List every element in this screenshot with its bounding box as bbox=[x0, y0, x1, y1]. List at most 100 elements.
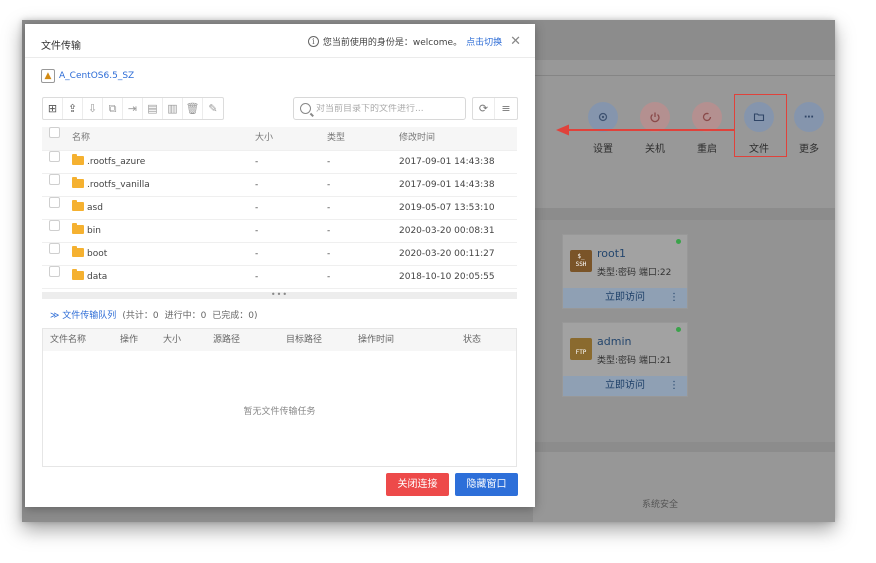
dialog-title: 文件传输 bbox=[41, 41, 81, 52]
queue-toggle[interactable]: ≫ 文件传输队列 bbox=[50, 308, 116, 321]
card-more-icon[interactable]: ⋮ bbox=[669, 288, 679, 308]
file-type: - bbox=[327, 249, 331, 259]
file-size: - bbox=[255, 226, 259, 236]
file-type: - bbox=[327, 203, 331, 213]
file-name-text: asd bbox=[87, 203, 103, 213]
file-name-text: .rootfs_azure bbox=[87, 157, 146, 167]
column-name[interactable]: 名称 bbox=[72, 127, 90, 150]
file-highlight-box bbox=[734, 94, 787, 157]
file-size: - bbox=[255, 180, 259, 190]
folder-icon bbox=[72, 246, 84, 257]
row-checkbox[interactable] bbox=[49, 151, 60, 162]
shutdown-label: 关机 bbox=[645, 144, 665, 155]
queue-header: ≫ 文件传输队列 (共计：0 进行中：0 已完成：0) bbox=[50, 308, 258, 321]
row-checkbox[interactable] bbox=[49, 243, 60, 254]
file-time: 2018-10-10 20:05:55 bbox=[399, 272, 495, 282]
folder-icon bbox=[72, 269, 84, 280]
access-button[interactable]: 立即访问 ⋮ bbox=[563, 288, 687, 308]
more-action[interactable]: ⋯ 更多 bbox=[789, 102, 829, 155]
compress-icon[interactable]: ▤ bbox=[143, 98, 163, 119]
file-name-text: boot bbox=[87, 249, 108, 259]
file-name: .rootfs_azure bbox=[72, 151, 145, 174]
column-modified[interactable]: 修改时间 bbox=[399, 127, 435, 150]
search-input[interactable] bbox=[316, 103, 456, 114]
queue-col-status: 状态 bbox=[463, 335, 482, 345]
host-card-admin[interactable]: FTP admin 类型:密码 端口:21 立即访问 ⋮ bbox=[562, 322, 688, 397]
file-name-text: bin bbox=[87, 226, 101, 236]
view-toolbar: ⟳ ≡ bbox=[472, 97, 518, 120]
hide-window-button[interactable]: 隐藏窗口 bbox=[455, 473, 518, 496]
background-bottom-panel bbox=[533, 452, 835, 522]
table-row[interactable]: boot - - 2020-03-20 00:11:27 bbox=[42, 243, 517, 266]
download-icon[interactable]: ⇩ bbox=[83, 98, 103, 119]
queue-title: 文件传输队列 bbox=[62, 311, 117, 321]
table-row[interactable]: asd - - 2019-05-07 13:53:10 bbox=[42, 197, 517, 220]
new-folder-icon[interactable]: ⊞ bbox=[43, 98, 63, 119]
queue-col-size: 大小 bbox=[163, 335, 182, 345]
card-meta: 类型:密码 端口:21 bbox=[597, 356, 672, 366]
copy-icon[interactable]: ⧉ bbox=[103, 98, 123, 119]
row-checkbox[interactable] bbox=[49, 197, 60, 208]
dialog-divider bbox=[25, 57, 535, 58]
access-button[interactable]: 立即访问 ⋮ bbox=[563, 376, 687, 396]
column-size[interactable]: 大小 bbox=[255, 127, 273, 150]
upload-icon[interactable]: ⇪ bbox=[63, 98, 83, 119]
file-name-text: data bbox=[87, 272, 108, 282]
file-name: data bbox=[72, 266, 107, 289]
card-more-icon[interactable]: ⋮ bbox=[669, 376, 679, 396]
file-time: 2020-03-20 00:11:27 bbox=[399, 249, 495, 259]
table-row[interactable]: .rootfs_azure - - 2017-09-01 14:43:38 bbox=[42, 151, 517, 174]
host-card-root1[interactable]: $_ SSH root1 类型:密码 端口:22 立即访问 ⋮ bbox=[562, 234, 688, 309]
folder-icon bbox=[72, 200, 84, 211]
queue-table: 文件名称 操作 大小 源路径 目标路径 操作时间 状态 暂无文件传输任务 bbox=[42, 328, 517, 467]
close-connection-button[interactable]: 关闭连接 bbox=[386, 473, 449, 496]
table-row[interactable]: data - - 2018-10-10 20:05:55 bbox=[42, 266, 517, 289]
search-box[interactable] bbox=[293, 97, 466, 120]
move-icon[interactable]: ⇥ bbox=[123, 98, 143, 119]
row-checkbox[interactable] bbox=[49, 220, 60, 231]
access-button-label: 立即访问 bbox=[605, 292, 645, 303]
row-checkbox[interactable] bbox=[49, 174, 60, 185]
screenshot-frame: 系统安全 设置 关机 重启 文件 ⋯ 更多 $_ SSH root1 类型:密码… bbox=[22, 20, 835, 522]
folder-icon bbox=[72, 177, 84, 188]
search-icon bbox=[300, 103, 311, 114]
sort-icon[interactable]: ≡ bbox=[495, 98, 517, 119]
queue-col-filename: 文件名称 bbox=[50, 335, 87, 345]
panel-resizer[interactable]: ••• bbox=[42, 291, 517, 299]
info-icon: i bbox=[307, 36, 319, 47]
table-row[interactable]: bin - - 2020-03-20 00:08:31 bbox=[42, 220, 517, 243]
access-button-label: 立即访问 bbox=[605, 380, 645, 391]
delete-icon[interactable]: 🗑 bbox=[183, 98, 203, 119]
column-type[interactable]: 类型 bbox=[327, 127, 345, 150]
file-time: 2020-03-20 00:08:31 bbox=[399, 226, 495, 236]
queue-col-action: 操作 bbox=[120, 335, 139, 345]
refresh-icon[interactable]: ⟳ bbox=[473, 98, 495, 119]
card-name: admin bbox=[597, 335, 632, 348]
red-arrow-annotation bbox=[556, 124, 734, 136]
queue-col-source: 源路径 bbox=[213, 335, 241, 345]
extract-icon[interactable]: ▥ bbox=[163, 98, 183, 119]
more-label: 更多 bbox=[799, 144, 819, 155]
queue-table-header: 文件名称 操作 大小 源路径 目标路径 操作时间 状态 bbox=[43, 329, 516, 351]
file-time: 2017-09-01 14:43:38 bbox=[399, 157, 495, 167]
table-header: 名称 大小 类型 修改时间 bbox=[42, 127, 517, 151]
switch-identity-link[interactable]: 点击切换 bbox=[466, 35, 502, 48]
background-divider bbox=[533, 75, 835, 76]
queue-running: 进行中：0 bbox=[164, 311, 207, 321]
rename-icon[interactable]: ✎ bbox=[203, 98, 223, 119]
status-dot bbox=[676, 239, 681, 244]
file-size: - bbox=[255, 272, 259, 282]
close-icon[interactable]: ✕ bbox=[510, 34, 521, 49]
file-size: - bbox=[255, 203, 259, 213]
select-all-checkbox[interactable] bbox=[49, 127, 60, 138]
host-breadcrumb[interactable]: ▲ A_CentOS6.5_SZ bbox=[41, 69, 134, 83]
file-name-text: .rootfs_vanilla bbox=[87, 180, 150, 190]
row-checkbox[interactable] bbox=[49, 266, 60, 277]
identity-bar: i 您当前使用的身份是：welcome。 点击切换 ✕ bbox=[307, 34, 521, 49]
table-row[interactable]: .rootfs_vanilla - - 2017-09-01 14:43:38 bbox=[42, 174, 517, 197]
ssh-icon: $_ SSH bbox=[570, 250, 592, 272]
bottom-label: 系统安全 bbox=[642, 500, 679, 510]
file-size: - bbox=[255, 157, 259, 167]
queue-col-time: 操作时间 bbox=[358, 335, 395, 345]
file-name: boot bbox=[72, 243, 107, 266]
